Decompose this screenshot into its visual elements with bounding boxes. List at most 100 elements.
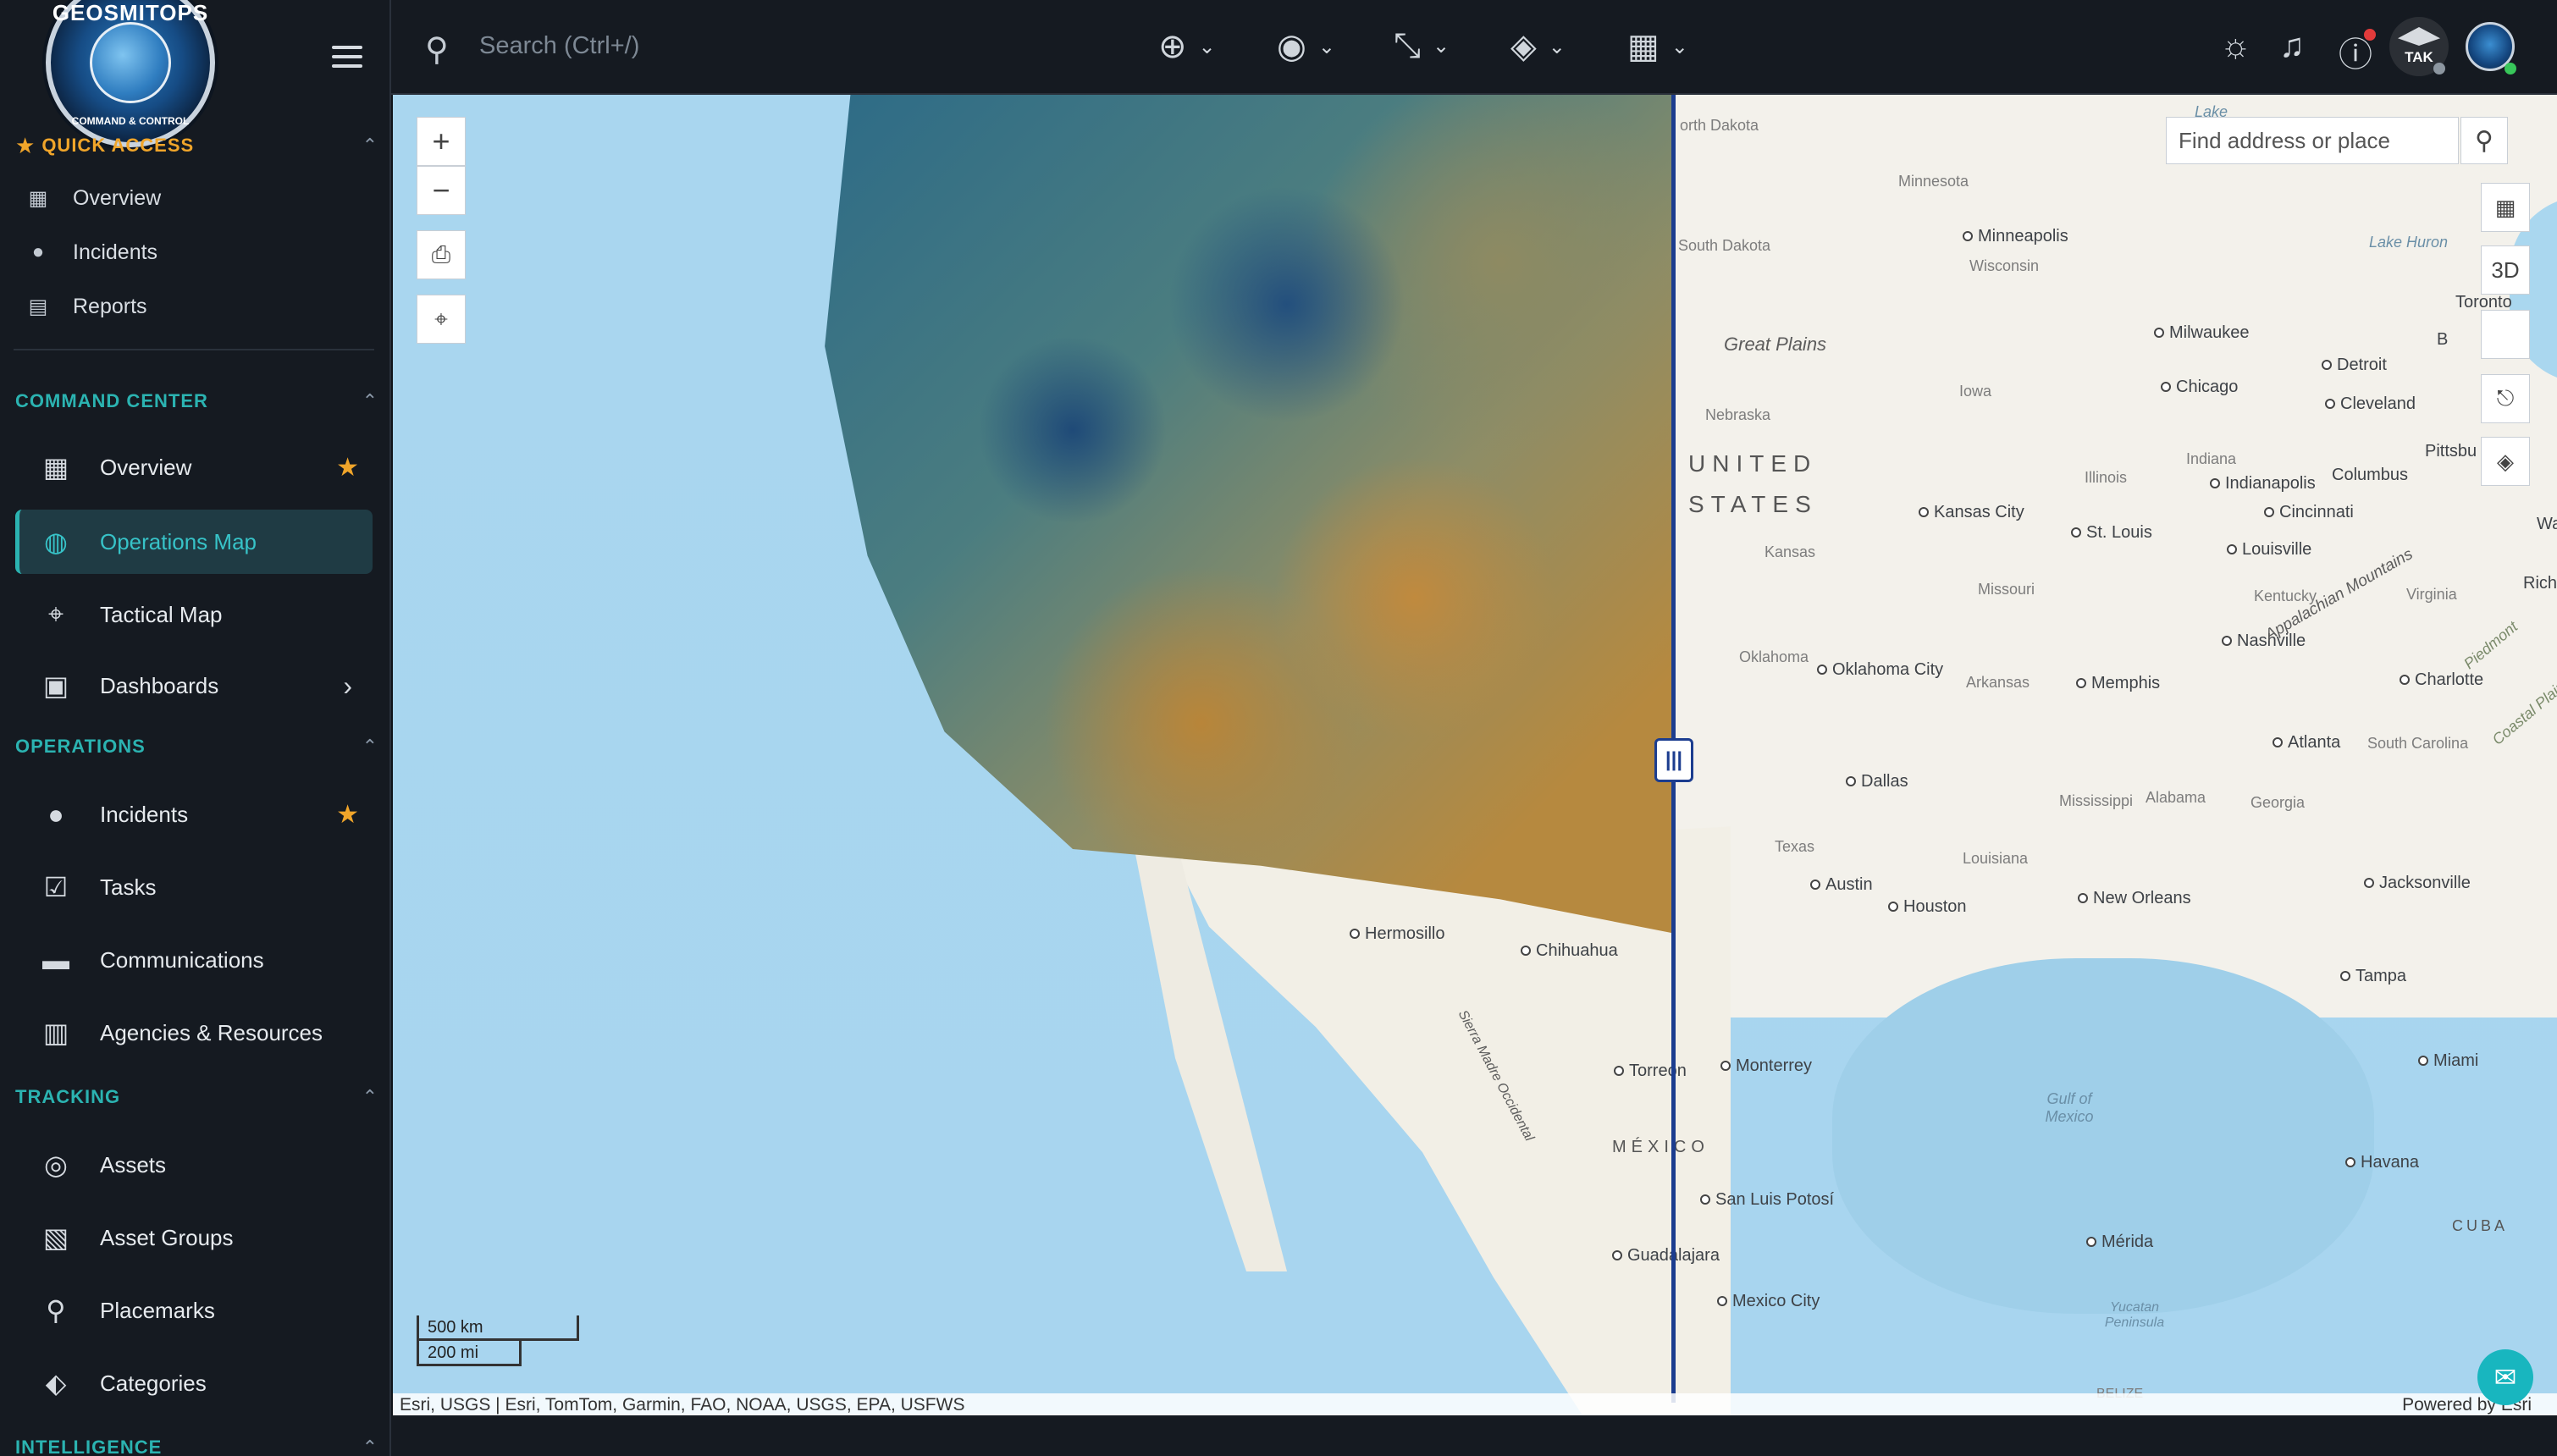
chevron-up-icon[interactable]: ⌃ bbox=[362, 1086, 378, 1108]
map-label: Cleveland bbox=[2325, 394, 2416, 414]
map-label: Oklahoma City bbox=[1817, 660, 1943, 680]
sidebar-item-label: Incidents bbox=[100, 801, 189, 827]
notification-bell-icon[interactable]: ♫ bbox=[2279, 27, 2305, 65]
section-title: COMMAND CENTER bbox=[15, 390, 208, 411]
tracking-header[interactable]: TRACKING ⌃ bbox=[15, 1082, 378, 1112]
group-icon: ▧ bbox=[42, 1222, 69, 1253]
zoom-out-button[interactable]: − bbox=[417, 166, 466, 215]
print-button[interactable]: ⎙ bbox=[417, 230, 466, 279]
map-label: Wisconsin bbox=[1969, 257, 2040, 274]
map-label: Memphis bbox=[2076, 674, 2160, 693]
share-button[interactable]: ⎋ bbox=[2481, 374, 2530, 423]
star-icon[interactable]: ★ bbox=[336, 453, 359, 483]
map-label: Tampa bbox=[2340, 967, 2406, 986]
chat-bubble-icon: ✉ bbox=[2493, 1362, 2517, 1393]
section-title: TRACKING bbox=[15, 1086, 121, 1107]
eye-icon: ◉ bbox=[1277, 28, 1306, 65]
app-logo[interactable]: GEOSMITOPS COMMAND & CONTROL bbox=[46, 0, 215, 147]
operations-header[interactable]: OPERATIONS ⌃ bbox=[15, 731, 378, 762]
globe-icon bbox=[90, 22, 171, 103]
scale-bar: 500 km 200 mi bbox=[417, 1315, 586, 1366]
chevron-up-icon[interactable]: ⌃ bbox=[362, 135, 378, 157]
sidebar-item-placemarks[interactable]: ⚲ Placemarks bbox=[15, 1278, 373, 1343]
map-label: STATES bbox=[1688, 491, 1818, 517]
quick-access-item-overview[interactable]: ▦ Overview bbox=[25, 181, 162, 215]
alert-icon: ● bbox=[31, 240, 45, 263]
map-label: Wa bbox=[2537, 515, 2557, 533]
map-label: Miami bbox=[2418, 1051, 2478, 1071]
zoom-in-button[interactable]: + bbox=[417, 117, 466, 166]
find-search-button[interactable]: ⚲ bbox=[2460, 117, 2508, 164]
sidebar-item-label: Categories bbox=[100, 1370, 207, 1396]
tag-icon: ⬖ bbox=[45, 1368, 67, 1398]
layers-menu[interactable]: ◈ ⌄ bbox=[1510, 27, 1566, 66]
location-pin-icon: ⌖ bbox=[47, 598, 64, 629]
sidebar-item-communications[interactable]: ▬ Communications bbox=[15, 928, 373, 992]
sidebar-item-label: Dashboards bbox=[100, 672, 219, 698]
map-label: Indianapolis bbox=[2210, 474, 2316, 494]
view-menu[interactable]: ◉ ⌄ bbox=[1277, 27, 1335, 66]
sidebar-item-categories[interactable]: ⬖ Categories bbox=[15, 1351, 373, 1415]
map-label: Oklahoma bbox=[1739, 648, 1809, 665]
map-label: Chicago bbox=[2161, 378, 2238, 397]
share-icon: ⎋ bbox=[2496, 385, 2515, 411]
apps-menu[interactable]: ▦ ⌄ bbox=[1627, 27, 1688, 66]
layer-list-button[interactable]: ◈ bbox=[2481, 437, 2530, 486]
chevron-down-icon: ⌄ bbox=[1433, 35, 1450, 58]
sidebar-item-asset-groups[interactable]: ▧ Asset Groups bbox=[15, 1205, 373, 1270]
menu-toggle-icon[interactable] bbox=[332, 46, 362, 69]
operations-map[interactable]: orth Dakota South Dakota Minnesota Minne… bbox=[393, 95, 2557, 1415]
sidebar-item-tasks[interactable]: ☑ Tasks bbox=[15, 855, 373, 919]
sidebar-item-label: Communications bbox=[100, 946, 264, 973]
search-input[interactable]: Search (Ctrl+/) bbox=[479, 32, 639, 60]
basemap-gallery-button[interactable]: ▦ bbox=[2481, 183, 2530, 232]
sidebar: GEOSMITOPS COMMAND & CONTROL ★ QUICK ACC… bbox=[0, 0, 391, 1456]
map-label: Yucatan Peninsula bbox=[2104, 1300, 2165, 1330]
locate-button[interactable]: ⌖ bbox=[417, 295, 466, 344]
quick-access-item-incidents[interactable]: ● Incidents bbox=[25, 235, 157, 269]
map-attribution: Esri, USGS | Esri, TomTom, Garmin, FAO, … bbox=[393, 1393, 2557, 1415]
sidebar-item-operations-map[interactable]: ◍ Operations Map bbox=[15, 510, 373, 574]
map-label: Illinois bbox=[2085, 469, 2128, 486]
add-point-menu[interactable]: ⊕ ⌄ bbox=[1158, 27, 1216, 66]
sidebar-item-assets[interactable]: ◎ Assets bbox=[15, 1133, 373, 1197]
intelligence-header[interactable]: INTELLIGENCE ⌃ bbox=[15, 1432, 378, 1456]
map-label: Louisville bbox=[2227, 540, 2311, 560]
sidebar-item-tactical-map[interactable]: ⌖ Tactical Map bbox=[15, 582, 373, 647]
map-label: Nashville bbox=[2222, 631, 2306, 651]
chevron-up-icon[interactable]: ⌃ bbox=[362, 1437, 378, 1456]
command-center-header[interactable]: COMMAND CENTER ⌃ bbox=[15, 386, 378, 416]
draw-menu[interactable]: ⤡ ⌄ bbox=[1394, 27, 1450, 65]
swipe-handle-icon[interactable]: ||| bbox=[1654, 738, 1693, 782]
toggle-3d-button[interactable]: 3D bbox=[2481, 245, 2530, 295]
chat-button[interactable]: ✉ bbox=[2477, 1349, 2533, 1405]
find-address-input[interactable]: Find address or place bbox=[2166, 117, 2459, 164]
quick-access-item-reports[interactable]: ▤ Reports bbox=[25, 290, 147, 323]
sidebar-item-incidents[interactable]: ● Incidents ★ bbox=[15, 782, 373, 847]
map-label: Hermosillo bbox=[1350, 924, 1444, 944]
star-icon[interactable]: ★ bbox=[336, 800, 359, 830]
chevron-up-icon[interactable]: ⌃ bbox=[362, 390, 378, 412]
map-label: Cincinnati bbox=[2264, 503, 2354, 522]
map-label: Mérida bbox=[2086, 1233, 2153, 1252]
dashboard-icon: ▦ bbox=[42, 452, 69, 483]
map-label: Rich bbox=[2523, 574, 2557, 593]
chevron-up-icon[interactable]: ⌃ bbox=[362, 736, 378, 758]
tak-logo-icon bbox=[2398, 27, 2440, 46]
sidebar-item-dashboards[interactable]: ▣ Dashboards › bbox=[15, 654, 373, 718]
sidebar-item-overview[interactable]: ▦ Overview ★ bbox=[15, 435, 373, 499]
quick-access-header[interactable]: ★ QUICK ACCESS ⌃ bbox=[15, 130, 378, 161]
theme-toggle-icon[interactable]: ☼ bbox=[2220, 27, 2251, 65]
chevron-down-icon: ⌄ bbox=[1317, 35, 1336, 58]
search-icon[interactable]: ⚲ bbox=[425, 30, 449, 69]
map-label: orth Dakota bbox=[1680, 117, 1759, 134]
grid-icon: ▦ bbox=[28, 186, 48, 210]
crosshair-icon: ◎ bbox=[44, 1150, 68, 1180]
map-label: Guadalajara bbox=[1612, 1246, 1720, 1266]
bottom-bar bbox=[391, 1415, 2557, 1456]
blank-tool-button[interactable] bbox=[2481, 310, 2530, 359]
map-label: UNITED bbox=[1688, 450, 1818, 477]
sidebar-item-agencies[interactable]: ▥ Agencies & Resources bbox=[15, 1001, 373, 1065]
map-label: Pittsbu bbox=[2425, 442, 2477, 461]
map-label: Charlotte bbox=[2400, 670, 2483, 690]
